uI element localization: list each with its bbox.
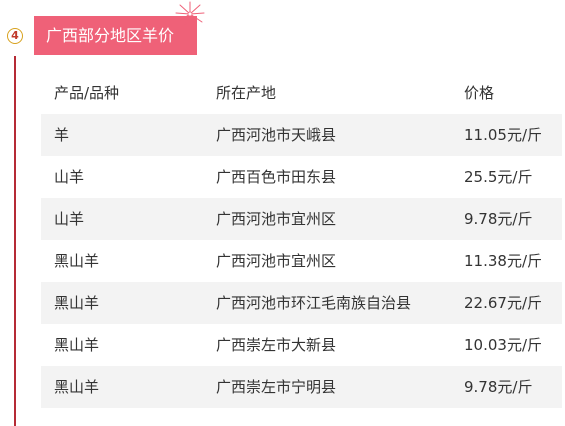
table-header-row: 产品/品种 所在产地 价格 bbox=[41, 72, 562, 114]
section-divider-line bbox=[14, 56, 16, 426]
cell-origin: 广西河池市宜州区 bbox=[216, 252, 337, 270]
price-table: 产品/品种 所在产地 价格 羊 广西河池市天峨县 11.05元/斤 山羊 广西百… bbox=[41, 72, 562, 408]
cell-origin: 广西百色市田东县 bbox=[216, 168, 337, 186]
cell-price: 10.03元/斤 bbox=[464, 336, 542, 354]
cell-price: 11.38元/斤 bbox=[464, 252, 542, 270]
cell-price: 11.05元/斤 bbox=[464, 126, 542, 144]
cell-product: 山羊 bbox=[54, 210, 85, 228]
cell-origin: 广西崇左市宁明县 bbox=[216, 378, 337, 396]
cell-origin: 广西河池市天峨县 bbox=[216, 126, 337, 144]
cell-product: 山羊 bbox=[54, 168, 85, 186]
header-price: 价格 bbox=[464, 84, 495, 102]
cell-product: 黑山羊 bbox=[54, 378, 100, 396]
table-row: 羊 广西河池市天峨县 11.05元/斤 bbox=[41, 114, 562, 156]
table-row: 黑山羊 广西河池市环江毛南族自治县 22.67元/斤 bbox=[41, 282, 562, 324]
header-product: 产品/品种 bbox=[54, 84, 120, 102]
cell-product: 黑山羊 bbox=[54, 294, 100, 312]
header-origin: 所在产地 bbox=[216, 84, 277, 102]
cell-price: 25.5元/斤 bbox=[464, 168, 533, 186]
table-row: 黑山羊 广西崇左市大新县 10.03元/斤 bbox=[41, 324, 562, 366]
cell-origin: 广西河池市环江毛南族自治县 bbox=[216, 294, 412, 312]
cell-product: 黑山羊 bbox=[54, 336, 100, 354]
cell-origin: 广西崇左市大新县 bbox=[216, 336, 337, 354]
cell-price: 9.78元/斤 bbox=[464, 378, 533, 396]
cell-origin: 广西河池市宜州区 bbox=[216, 210, 337, 228]
cell-product: 黑山羊 bbox=[54, 252, 100, 270]
cell-product: 羊 bbox=[54, 126, 70, 144]
table-row: 山羊 广西河池市宜州区 9.78元/斤 bbox=[41, 198, 562, 240]
table-row: 黑山羊 广西河池市宜州区 11.38元/斤 bbox=[41, 240, 562, 282]
cell-price: 9.78元/斤 bbox=[464, 210, 533, 228]
section-number-badge: 4 bbox=[7, 28, 23, 44]
sparkle-decoration-icon bbox=[175, 1, 205, 26]
table-row: 黑山羊 广西崇左市宁明县 9.78元/斤 bbox=[41, 366, 562, 408]
cell-price: 22.67元/斤 bbox=[464, 294, 542, 312]
table-row: 山羊 广西百色市田东县 25.5元/斤 bbox=[41, 156, 562, 198]
